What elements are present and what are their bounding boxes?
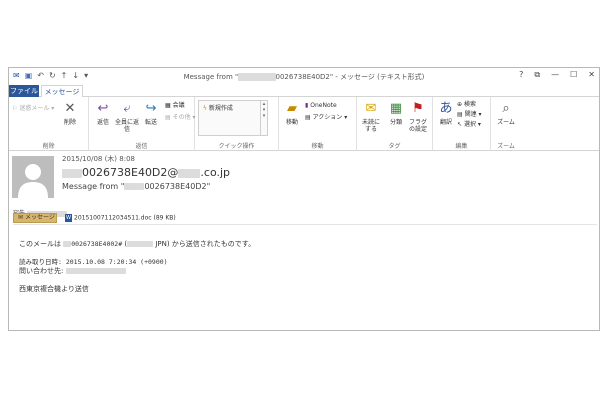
message-body: このメールは xxxx0026738E4002# (xxxxxxx JPN) か… (19, 240, 579, 294)
meeting-button[interactable]: ▦ 会議 (165, 101, 185, 110)
mark-unread-button[interactable]: ✉ 未読にする (359, 101, 383, 133)
move-button[interactable]: ▰ 移動 (281, 101, 303, 126)
cursor-icon: ↖ (457, 121, 463, 128)
outlook-message-window: ✉ ▣ ↶ ↻ ↑ ↓ ▾ Message from "xxxxxxxxx002… (8, 67, 600, 331)
ribbon: ⚐ 迷惑メール ▾ ✕ 削除 削除 ↩ 返信 ⤶ 全員に返信 ↪ 転送 ▦ 会議 ▤ そ… (9, 97, 599, 151)
quicksteps-gallery[interactable]: ϟ 新規作成 ▴ ▾ ▾ (198, 100, 268, 136)
categorize-icon: ▦ (389, 101, 403, 116)
actions-button[interactable]: ▤ アクション ▾ (305, 113, 347, 122)
actions-icon: ▤ (305, 114, 311, 121)
gallery-scroll[interactable]: ▴ ▾ ▾ (260, 101, 267, 135)
reply-all-icon: ⤶ (123, 101, 131, 116)
lightning-icon: ϟ (203, 105, 207, 112)
maximize-icon[interactable]: ☐ (570, 70, 577, 80)
related-icon: ▤ (457, 111, 463, 118)
sent-date: 2015/10/08 (木) 8:08 (62, 155, 135, 163)
restore-icon[interactable]: ⧉ (534, 70, 540, 80)
meeting-icon: ▦ (165, 102, 171, 109)
delete-button[interactable]: ✕ 削除 (59, 101, 81, 126)
flag-button[interactable]: ⚑ フラグの設定 (407, 101, 429, 133)
body-line-contact: 問い合わせ先: xxxxxxxxxxxxxxxxxxxxxx (19, 267, 579, 276)
redacted-text: xxxxx (178, 168, 201, 178)
ribbon-group-quicksteps: ϟ 新規作成 ▴ ▾ ▾ クイック操作 (195, 97, 279, 151)
more-button[interactable]: ▤ その他 ▾ (165, 113, 196, 122)
body-line-sent-from: 西東京複合機より送信 (19, 285, 89, 293)
avatar (12, 156, 54, 198)
onenote-icon: ▮ (305, 102, 309, 109)
more-icon: ▤ (165, 114, 171, 121)
body-line-read-time: 読み取り日時: 2015.10.08 7:20:34 (+0900) (19, 258, 168, 266)
translate-button[interactable]: あ翻訳 (435, 101, 457, 126)
junk-button[interactable]: ⚐ 迷惑メール ▾ (12, 104, 54, 113)
redacted-text: xxxxxxx (127, 241, 154, 247)
related-button[interactable]: ▤ 関連 ▾ (457, 110, 482, 119)
binoculars-icon: ⊕ (457, 101, 463, 108)
onenote-button[interactable]: ▮ OneNote (305, 101, 337, 110)
junk-icon: ⚐ (12, 105, 18, 112)
tab-file[interactable]: ファイル (9, 85, 39, 97)
attachment-file[interactable]: W 20151007112034511.doc (89 KB) (65, 214, 176, 222)
categorize-button[interactable]: ▦ 分類 (385, 101, 407, 126)
person-icon (12, 156, 54, 198)
mail-icon: ✉ (18, 214, 24, 221)
redacted-contact: xxxxxxxxxxxxxxxxxxxxxx (65, 268, 126, 274)
ribbon-tabs: ファイル メッセージ (9, 85, 599, 98)
ribbon-group-move: ▰ 移動 ▮ OneNote ▤ アクション ▾ 移動 (279, 97, 357, 151)
window-controls: ? ⧉ — ☐ ✕ (519, 70, 595, 80)
flag-icon: ⚑ (412, 101, 424, 116)
reply-button[interactable]: ↩ 返信 (92, 101, 114, 126)
delete-icon: ✕ (64, 101, 76, 116)
ribbon-group-zoom: ⌕ ズーム ズーム (491, 97, 521, 151)
body-line-origin: このメールは xxxx0026738E4002# (xxxxxxx JPN) か… (19, 240, 256, 248)
magnifier-icon: ⌕ (502, 101, 510, 116)
close-icon[interactable]: ✕ (588, 70, 595, 80)
zoom-button[interactable]: ⌕ ズーム (495, 101, 517, 126)
quickstep-new[interactable]: ϟ 新規作成 (203, 103, 233, 112)
attachment-bar: ✉ メッセージ W 20151007112034511.doc (89 KB) (13, 213, 597, 225)
move-folder-icon: ▰ (287, 101, 297, 116)
ribbon-group-respond: ↩ 返信 ⤶ 全員に返信 ↪ 転送 ▦ 会議 ▤ その他 ▾ 返信 (89, 97, 196, 151)
ribbon-group-edit: あ翻訳 ⊕ 検索 ▤ 関連 ▾ ↖ 選択 ▾ 編集 (433, 97, 491, 151)
title-bar: ✉ ▣ ↶ ↻ ↑ ↓ ▾ Message from "xxxxxxxxx002… (9, 68, 599, 85)
ribbon-group-tags: ✉ 未読にする ▦ 分類 ⚑ フラグの設定 タグ (357, 97, 433, 151)
window-title: Message from "xxxxxxxxx0026738E40D2" - メ… (183, 73, 425, 81)
translate-icon: あ (439, 101, 453, 116)
message-subject: Message from "xxxxxxxxx0026738E40D2" (62, 182, 211, 191)
minimize-icon[interactable]: — (551, 70, 559, 80)
redacted-text: xxxxxxxxx (238, 73, 276, 81)
reply-all-button[interactable]: ⤶ 全員に返信 (115, 101, 139, 133)
message-header: 2015/10/08 (木) 8:08 xxxxxxxx0026738E40D2… (9, 152, 599, 217)
redacted-text: xxxxxxxxx (124, 183, 145, 190)
redacted-text: xxxxxxxx (62, 168, 82, 178)
reply-icon: ↩ (97, 101, 109, 116)
ribbon-group-delete: ⚐ 迷惑メール ▾ ✕ 削除 削除 (9, 97, 89, 151)
forward-icon: ↪ (145, 101, 157, 116)
word-document-icon: W (65, 214, 72, 222)
find-button[interactable]: ⊕ 検索 (457, 100, 476, 109)
forward-button[interactable]: ↪ 転送 (140, 101, 162, 126)
help-icon[interactable]: ? (519, 70, 523, 80)
sender-address[interactable]: xxxxxxxx0026738E40D2@xxxxx.co.jp (62, 166, 230, 179)
message-tab[interactable]: ✉ メッセージ (13, 213, 57, 223)
select-button[interactable]: ↖ 選択 ▾ (457, 120, 481, 129)
unread-icon: ✉ (365, 101, 377, 116)
